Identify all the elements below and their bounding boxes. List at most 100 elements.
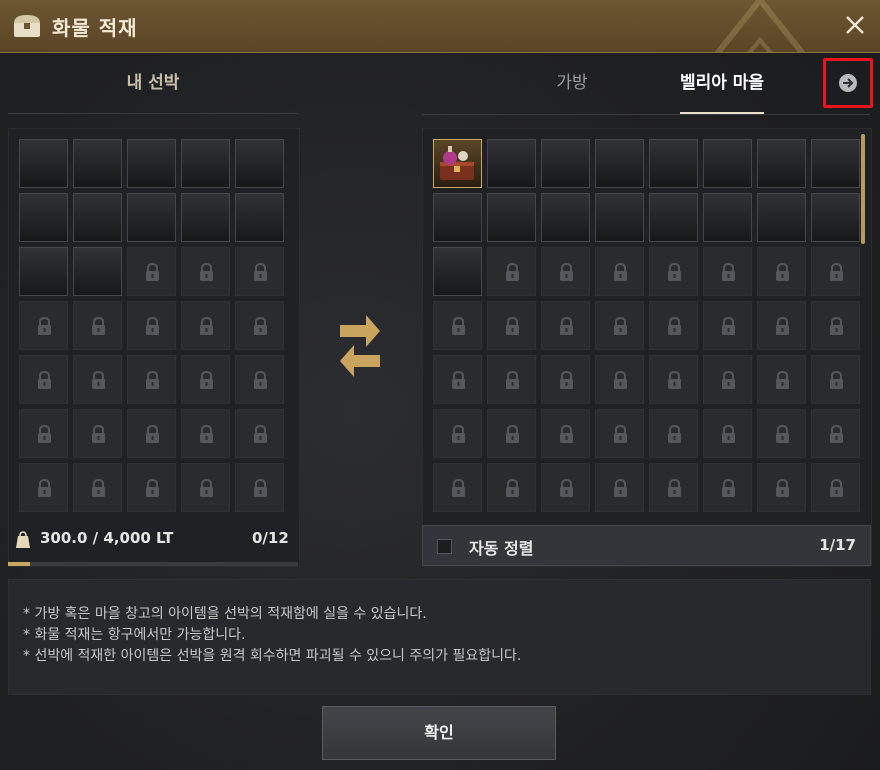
inventory-slot xyxy=(127,355,176,404)
inventory-slot[interactable] xyxy=(19,193,68,242)
lock-icon xyxy=(776,262,789,281)
inventory-slot[interactable] xyxy=(181,139,230,188)
inventory-slot[interactable] xyxy=(73,139,122,188)
lock-icon xyxy=(452,316,465,335)
lock-icon xyxy=(668,478,681,497)
lock-icon xyxy=(452,478,465,497)
weight-text: 300.0 / 4,000 LT xyxy=(40,529,174,547)
lock-icon xyxy=(254,424,267,443)
inventory-slot[interactable] xyxy=(181,193,230,242)
inventory-slot xyxy=(757,301,806,350)
lock-icon xyxy=(38,478,51,497)
lock-icon xyxy=(92,424,105,443)
inventory-slot[interactable] xyxy=(541,193,590,242)
lock-icon xyxy=(506,262,519,281)
lock-icon xyxy=(200,262,213,281)
inventory-slot[interactable] xyxy=(73,193,122,242)
inventory-slot xyxy=(127,247,176,296)
inventory-slot xyxy=(73,409,122,458)
lock-icon xyxy=(146,316,159,335)
inventory-slot[interactable] xyxy=(649,193,698,242)
chest-icon xyxy=(14,15,40,37)
inventory-slot xyxy=(595,247,644,296)
inventory-slot xyxy=(541,463,590,512)
inventory-slot xyxy=(649,463,698,512)
inventory-slot xyxy=(487,463,536,512)
inventory-slot[interactable] xyxy=(19,139,68,188)
inventory-slot[interactable] xyxy=(703,139,752,188)
inventory-slot[interactable] xyxy=(235,193,284,242)
inventory-slot[interactable] xyxy=(595,139,644,188)
inventory-slot xyxy=(757,463,806,512)
lock-icon xyxy=(668,316,681,335)
inventory-slot[interactable] xyxy=(433,193,482,242)
inventory-slot xyxy=(433,463,482,512)
inventory-slot[interactable] xyxy=(757,139,806,188)
inventory-slot[interactable] xyxy=(235,139,284,188)
lock-icon xyxy=(776,370,789,389)
close-icon[interactable] xyxy=(844,14,866,36)
inventory-slot[interactable] xyxy=(757,193,806,242)
lock-icon xyxy=(614,316,627,335)
inventory-slot xyxy=(595,463,644,512)
lock-icon xyxy=(146,370,159,389)
auto-sort-checkbox[interactable] xyxy=(437,539,452,554)
village-storage-panel xyxy=(422,128,872,567)
scrollbar-thumb[interactable] xyxy=(861,134,865,244)
title-decoration xyxy=(714,0,806,52)
inventory-slot[interactable] xyxy=(811,193,860,242)
inventory-slot xyxy=(649,301,698,350)
inventory-slot xyxy=(757,247,806,296)
inventory-slot xyxy=(19,355,68,404)
inventory-slot[interactable] xyxy=(595,193,644,242)
auto-sort-label: 자동 정렬 xyxy=(469,539,534,558)
inventory-slot xyxy=(703,463,752,512)
title-bar: 화물 적재 xyxy=(0,0,880,53)
lock-icon xyxy=(146,478,159,497)
inventory-slot xyxy=(649,247,698,296)
lock-icon xyxy=(38,424,51,443)
lock-icon xyxy=(830,424,843,443)
lock-icon xyxy=(92,316,105,335)
inventory-slot[interactable] xyxy=(703,193,752,242)
lock-icon xyxy=(506,370,519,389)
lock-icon xyxy=(722,316,735,335)
inventory-slot[interactable] xyxy=(649,139,698,188)
lock-icon xyxy=(200,370,213,389)
inventory-slot xyxy=(127,463,176,512)
lock-icon xyxy=(776,316,789,335)
lock-icon xyxy=(722,478,735,497)
divider xyxy=(422,114,870,115)
inventory-slot[interactable] xyxy=(127,193,176,242)
inventory-slot[interactable] xyxy=(487,139,536,188)
lock-icon xyxy=(614,478,627,497)
tab-velia-village[interactable]: 벨리아 마을 xyxy=(676,53,768,113)
scrollbar[interactable] xyxy=(861,134,867,560)
inventory-slot[interactable] xyxy=(433,247,482,296)
tab-bag[interactable]: 가방 xyxy=(540,53,604,113)
lock-icon xyxy=(506,424,519,443)
inventory-slot[interactable] xyxy=(811,139,860,188)
inventory-slot[interactable] xyxy=(19,247,68,296)
lock-icon xyxy=(146,424,159,443)
my-ship-header: 내 선박 xyxy=(126,73,180,93)
inventory-slot[interactable] xyxy=(487,193,536,242)
inventory-slot[interactable] xyxy=(127,139,176,188)
inventory-slot xyxy=(487,409,536,458)
storage-slot-count: 1/17 xyxy=(819,536,856,554)
inventory-slot[interactable] xyxy=(541,139,590,188)
lock-icon xyxy=(776,478,789,497)
lock-icon xyxy=(560,262,573,281)
notice-line: * 가방 혹은 마을 창고의 아이템을 선박의 적재함에 실을 수 있습니다. xyxy=(23,606,427,622)
inventory-slot xyxy=(811,355,860,404)
inventory-slot xyxy=(487,355,536,404)
inventory-slot[interactable] xyxy=(433,139,482,188)
potion-chest-icon xyxy=(440,146,474,180)
inventory-slot[interactable] xyxy=(73,247,122,296)
notice-line: * 선박에 적재한 아이템은 선박을 원격 회수하면 파괴될 수 있으니 주의가… xyxy=(23,648,522,664)
next-storage-button[interactable] xyxy=(823,58,873,108)
lock-icon xyxy=(776,424,789,443)
lock-icon xyxy=(146,262,159,281)
confirm-button[interactable]: 확인 xyxy=(322,706,556,760)
inventory-slot xyxy=(433,355,482,404)
